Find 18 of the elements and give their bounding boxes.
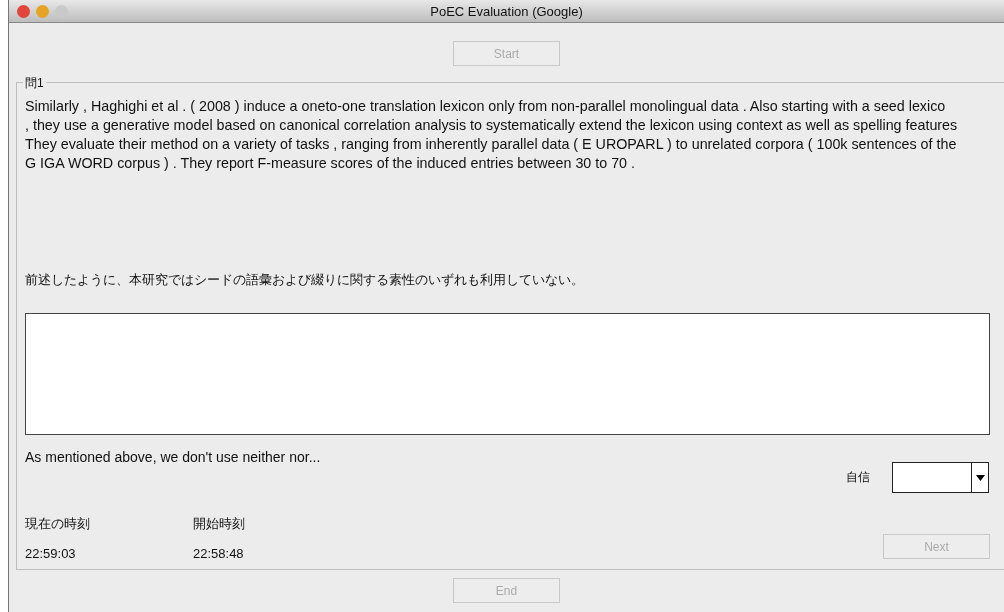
confidence-label: 自信 (846, 469, 870, 486)
answer-box[interactable] (25, 313, 990, 435)
source-text-line: They evaluate their method on a variety of tasks , ranging from inherently parallel data ( E UROPARL ) to unrelated corpora ( 100k sentences of the (25, 135, 958, 154)
source-text-line: Similarly , Haghighi et al . ( 2008 ) induce a oneto-one translation lexicon only from non-parallel monolingual data . Also starting with a seed lexico (25, 97, 947, 116)
translation-text: 前述したように、本研究ではシードの語彙および綴りに関する素性のいずれも利用していない。 (25, 271, 585, 289)
dropdown-arrow-icon (975, 474, 985, 481)
time-label: 現在の時刻 (25, 515, 91, 533)
close-button[interactable] (17, 4, 30, 18)
time-value: 22:59:03 (25, 546, 77, 561)
window-title: PoEC Evaluation (Google) (430, 4, 583, 19)
group-legend: 問1 (23, 75, 46, 92)
time-label: 開始時刻 (193, 515, 246, 533)
machine-output-text: As mentioned above, we don't use neither nor... (25, 449, 321, 467)
minimize-button[interactable] (36, 4, 49, 18)
confidence-dropdown[interactable] (892, 462, 989, 493)
source-text-line: G IGA WORD corpus ) . They report F-measure scores of the induced entries between 30 to 70 . (25, 154, 636, 173)
time-value: 22:58:48 (193, 546, 245, 561)
source-text-line: , they use a generative model based on canonical correlation analysis to systematically extend the lexicon using context as well as spelling features (25, 116, 959, 135)
